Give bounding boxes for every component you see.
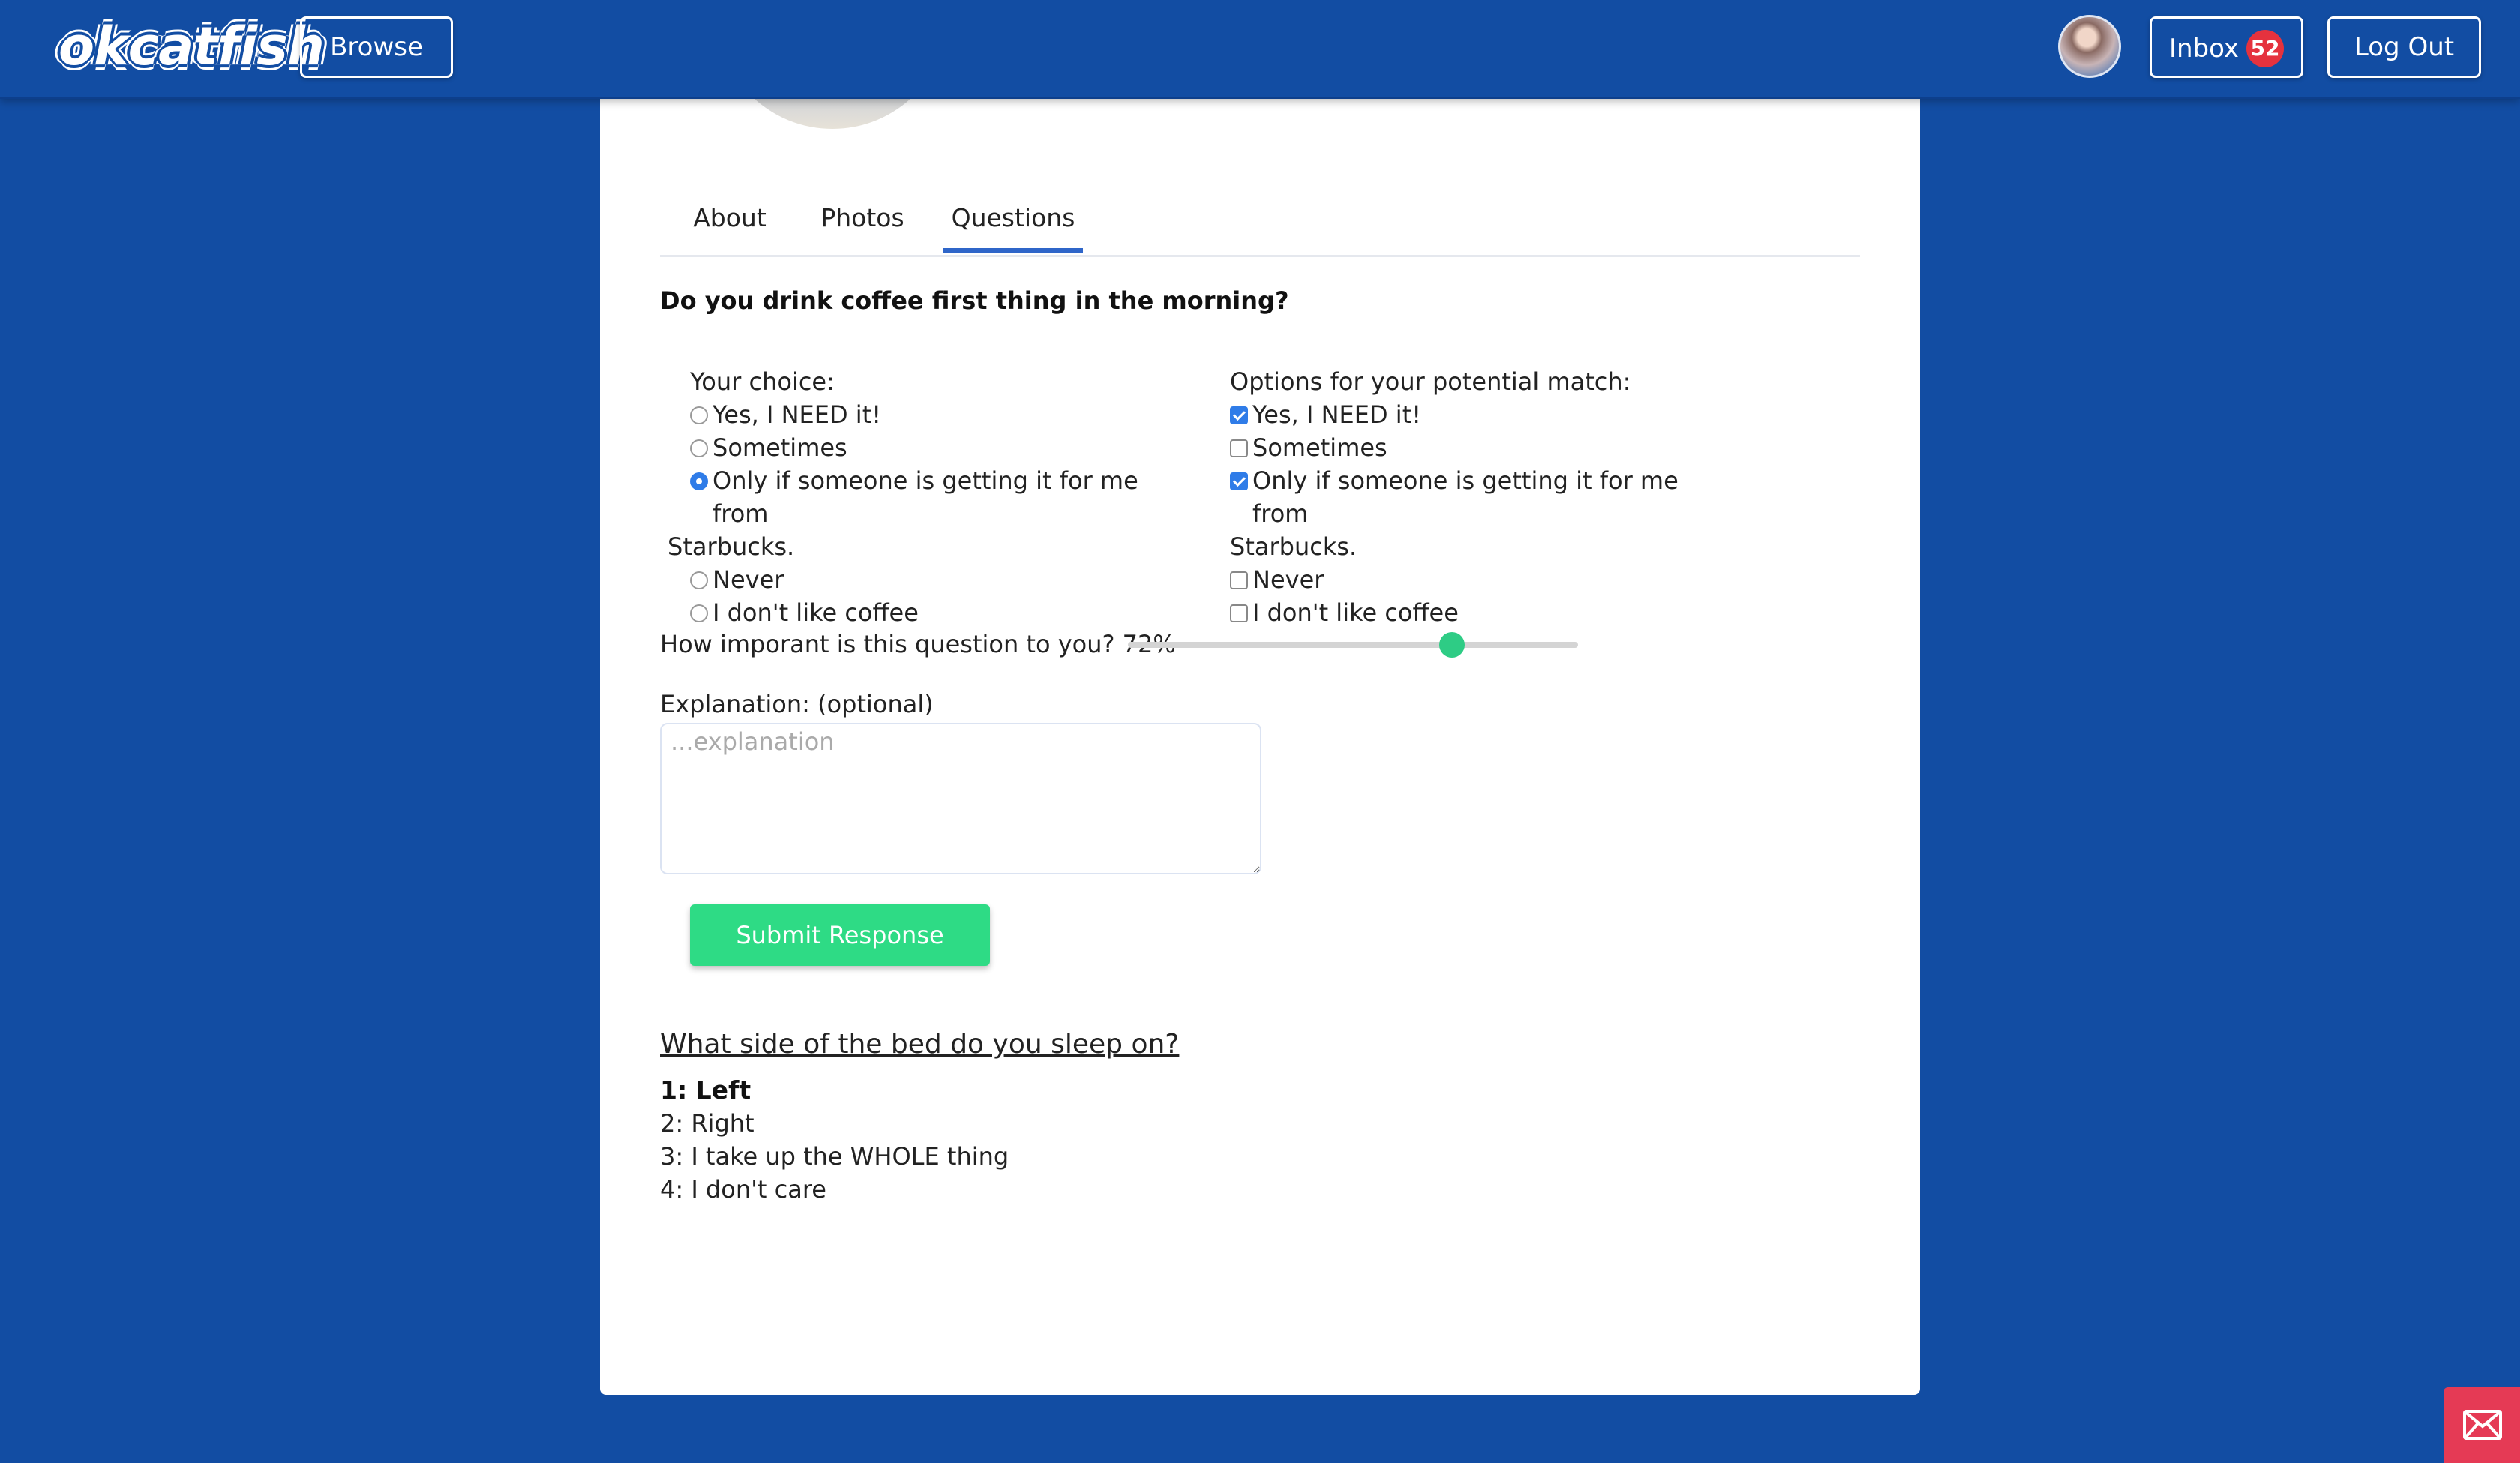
your-choice-group: Your choice: Yes, I NEED it! Sometimes O… bbox=[668, 365, 1170, 629]
tab-photos[interactable]: Photos bbox=[810, 189, 915, 255]
match-option-dislike[interactable]: I don't like coffee bbox=[1230, 596, 1740, 629]
option-label: Sometimes bbox=[1252, 433, 1388, 462]
option-label: Yes, I NEED it! bbox=[712, 400, 882, 429]
inbox-count-badge: 52 bbox=[2246, 29, 2284, 67]
next-question-answers: 1: Left 2: Right 3: I take up the WHOLE … bbox=[660, 1074, 1009, 1206]
checkbox[interactable] bbox=[1230, 604, 1248, 622]
match-option-starbucks[interactable]: Only if someone is getting it for me fro… bbox=[1230, 464, 1740, 530]
option-label: Only if someone is getting it for me fro… bbox=[1252, 466, 1678, 528]
inbox-label: Inbox bbox=[2168, 33, 2240, 64]
answer-item: 4: I don't care bbox=[660, 1175, 826, 1204]
question-title: Do you drink coffee first thing in the m… bbox=[660, 286, 1289, 315]
answer-item-selected: 1: Left bbox=[660, 1075, 752, 1105]
messages-button[interactable] bbox=[2444, 1387, 2520, 1463]
checkbox[interactable] bbox=[1230, 571, 1248, 589]
option-label: I don't like coffee bbox=[1252, 598, 1459, 627]
radio-button[interactable] bbox=[690, 571, 708, 589]
explanation-label: Explanation: (optional) bbox=[660, 690, 934, 718]
option-label-continued: Starbucks. bbox=[1230, 530, 1740, 563]
your-choice-option-dislike[interactable]: I don't like coffee bbox=[690, 596, 1170, 629]
browse-button[interactable]: Browse bbox=[300, 16, 453, 78]
option-label-continued: Starbucks. bbox=[668, 530, 1170, 563]
importance-slider[interactable] bbox=[1128, 632, 1578, 658]
option-label-line2: Starbucks. bbox=[1230, 532, 1358, 561]
top-navbar: okcatfish Browse Inbox 52 Log Out bbox=[0, 0, 2520, 99]
envelope-icon bbox=[2463, 1410, 2502, 1440]
option-label: Yes, I NEED it! bbox=[1252, 400, 1422, 429]
option-label: Never bbox=[712, 565, 784, 594]
your-choice-option-yes[interactable]: Yes, I NEED it! bbox=[690, 398, 1170, 431]
tab-about[interactable]: About bbox=[681, 189, 778, 255]
option-label-line2: Starbucks. bbox=[668, 532, 795, 561]
radio-button[interactable] bbox=[690, 406, 708, 424]
answer-item: 2: Right bbox=[660, 1109, 754, 1138]
site-logo[interactable]: okcatfish bbox=[58, 13, 325, 79]
option-label: Sometimes bbox=[712, 433, 848, 462]
slider-thumb[interactable] bbox=[1439, 632, 1465, 658]
checkbox[interactable] bbox=[1230, 439, 1248, 457]
answer-item: 3: I take up the WHOLE thing bbox=[660, 1142, 1010, 1171]
radio-button[interactable] bbox=[690, 439, 708, 457]
tab-questions[interactable]: Questions bbox=[944, 189, 1083, 253]
match-option-yes[interactable]: Yes, I NEED it! bbox=[1230, 398, 1740, 431]
match-option-sometimes[interactable]: Sometimes bbox=[1230, 431, 1740, 464]
profile-tabs: About Photos Questions bbox=[660, 189, 1860, 257]
match-option-never[interactable]: Never bbox=[1230, 563, 1740, 596]
checkbox-checked[interactable] bbox=[1230, 472, 1248, 490]
radio-button-selected[interactable] bbox=[690, 472, 708, 490]
your-choice-option-never[interactable]: Never bbox=[690, 563, 1170, 596]
importance-label: How imporant is this question to you? 72… bbox=[660, 630, 1176, 658]
match-options-group: Options for your potential match: Yes, I… bbox=[1230, 365, 1740, 629]
logout-button[interactable]: Log Out bbox=[2327, 16, 2481, 78]
inbox-button[interactable]: Inbox 52 bbox=[2150, 16, 2303, 78]
your-choice-option-starbucks[interactable]: Only if someone is getting it for me fro… bbox=[690, 464, 1170, 530]
logo-text: okcatfish bbox=[58, 16, 325, 77]
submit-response-button[interactable]: Submit Response bbox=[690, 904, 990, 966]
radio-button[interactable] bbox=[690, 604, 708, 622]
profile-card: About Photos Questions Do you drink coff… bbox=[600, 0, 1920, 1395]
user-avatar[interactable] bbox=[2058, 15, 2121, 78]
your-choice-option-sometimes[interactable]: Sometimes bbox=[690, 431, 1170, 464]
explanation-textarea[interactable] bbox=[660, 723, 1262, 874]
option-label: Never bbox=[1252, 565, 1324, 594]
option-label: Only if someone is getting it for me fro… bbox=[712, 466, 1138, 528]
option-label: I don't like coffee bbox=[712, 598, 919, 627]
match-options-label: Options for your potential match: bbox=[1230, 367, 1631, 396]
next-question-link[interactable]: What side of the bed do you sleep on? bbox=[660, 1029, 1179, 1060]
checkbox-checked[interactable] bbox=[1230, 406, 1248, 424]
your-choice-label: Your choice: bbox=[690, 367, 835, 396]
